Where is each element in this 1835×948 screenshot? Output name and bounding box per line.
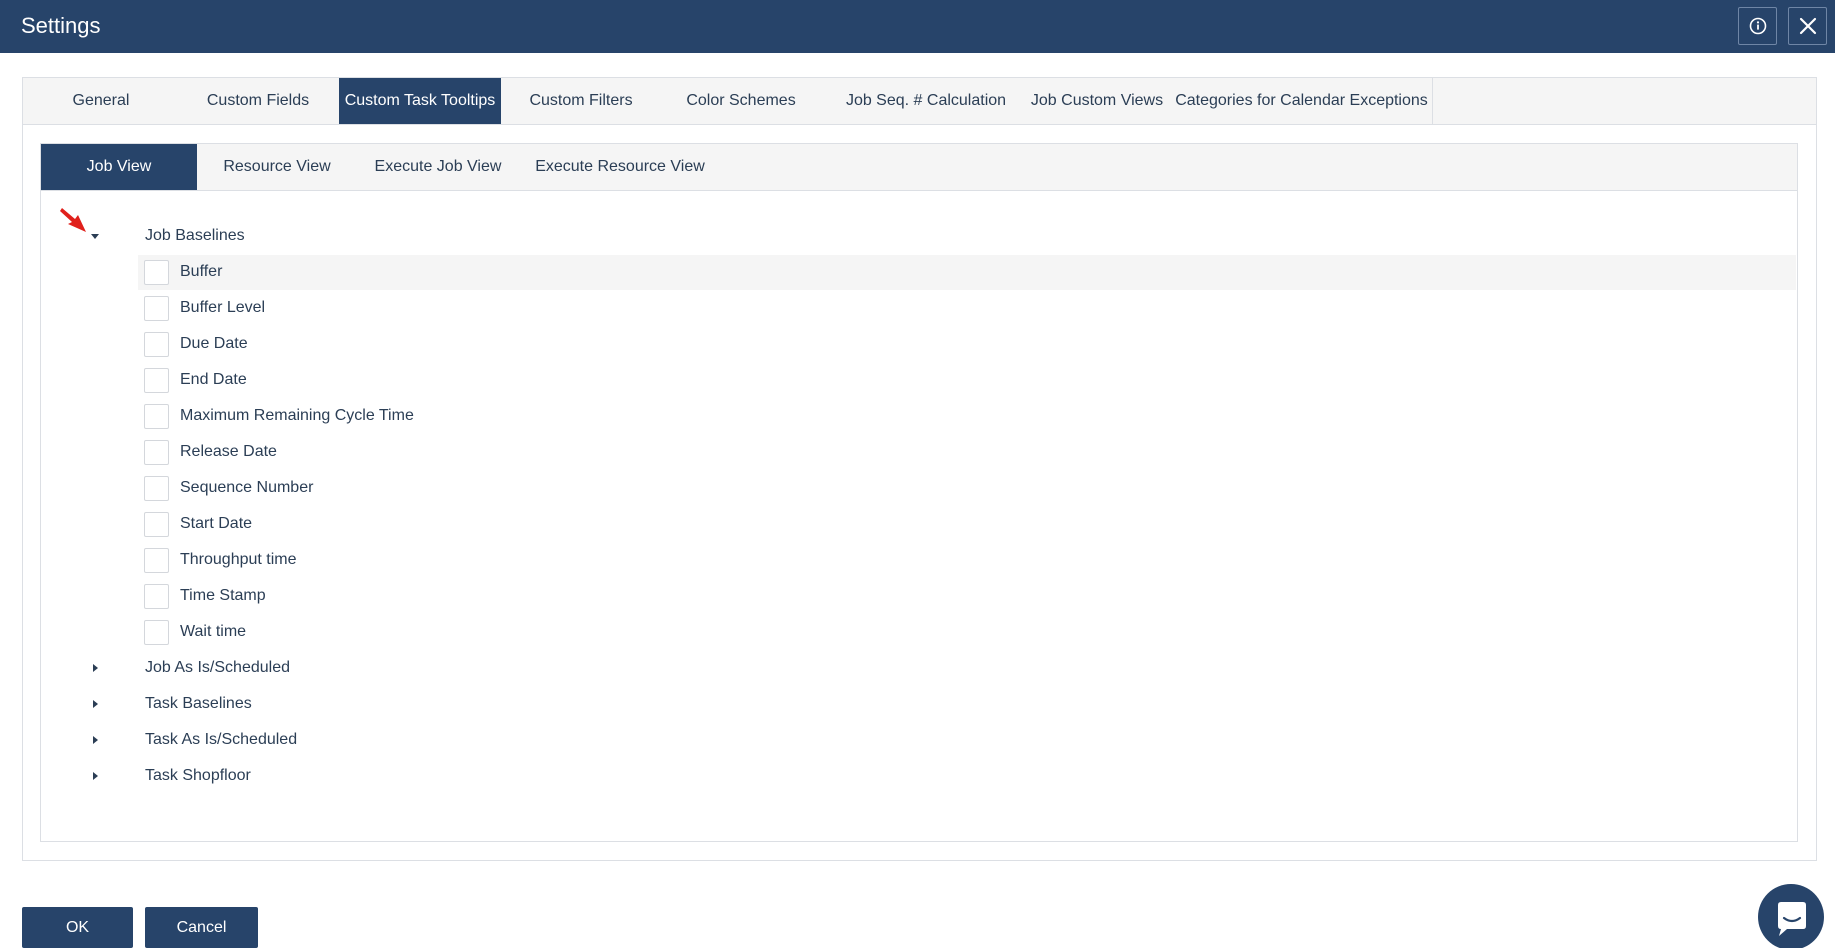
window-title: Settings <box>21 13 101 38</box>
tree-group-task-baselines[interactable]: Task Baselines <box>145 695 252 713</box>
cancel-button[interactable]: Cancel <box>145 907 258 948</box>
checkbox-maximum-remaining-cycle-time[interactable] <box>144 404 169 429</box>
checkbox-release-date[interactable] <box>144 440 169 465</box>
caret-right-icon[interactable] <box>88 769 102 783</box>
info-button[interactable] <box>1738 7 1777 45</box>
subtab-execute-job-view[interactable]: Execute Job View <box>359 144 517 190</box>
tab-categories-calendar-exceptions[interactable]: Categories for Calendar Exceptions <box>1171 78 1433 124</box>
checkbox-due-date[interactable] <box>144 332 169 357</box>
tree-group-job-as-is-scheduled[interactable]: Job As Is/Scheduled <box>145 659 290 677</box>
tree-item-label: Start Date <box>180 515 253 532</box>
tab-custom-fields[interactable]: Custom Fields <box>179 78 337 124</box>
tab-job-custom-views[interactable]: Job Custom Views <box>1023 78 1171 124</box>
tree-item-label: Maximum Remaining Cycle Time <box>180 407 414 424</box>
subtab-job-view[interactable]: Job View <box>41 144 197 190</box>
checkbox-wait-time[interactable] <box>144 620 169 645</box>
checkbox-buffer-level[interactable] <box>144 296 169 321</box>
subtab-resource-view[interactable]: Resource View <box>197 144 357 190</box>
checkbox-time-stamp[interactable] <box>144 584 169 609</box>
red-pointer-arrow-icon <box>60 208 86 232</box>
tree-item-label: Due Date <box>180 335 248 352</box>
tree-item-label: Release Date <box>180 443 277 460</box>
close-icon <box>1799 17 1817 35</box>
caret-right-icon[interactable] <box>88 661 102 675</box>
tree-item-label: Sequence Number <box>180 479 314 496</box>
tree-group-task-shopfloor[interactable]: Task Shopfloor <box>145 767 251 785</box>
tree-group-job-baselines[interactable]: Job Baselines <box>145 227 245 245</box>
tab-custom-filters[interactable]: Custom Filters <box>501 78 661 124</box>
chat-icon <box>1778 902 1806 936</box>
close-button[interactable] <box>1788 7 1827 45</box>
ok-button[interactable]: OK <box>22 907 133 948</box>
chat-button[interactable] <box>1758 884 1824 948</box>
tree-item-label: Buffer <box>180 263 223 280</box>
caret-right-icon[interactable] <box>88 697 102 711</box>
tree-item-label: Throughput time <box>180 551 297 568</box>
checkbox-throughput-time[interactable] <box>144 548 169 573</box>
window-titlebar: Settings <box>0 0 1835 53</box>
caret-right-icon[interactable] <box>88 733 102 747</box>
tree-group-task-as-is-scheduled[interactable]: Task As Is/Scheduled <box>145 731 297 749</box>
view-tab-bar: Job View Resource View Execute Job View … <box>41 144 1797 191</box>
tab-color-schemes[interactable]: Color Schemes <box>661 78 821 124</box>
highlighted-row <box>138 255 1796 290</box>
checkbox-end-date[interactable] <box>144 368 169 393</box>
subtab-execute-resource-view[interactable]: Execute Resource View <box>517 144 723 190</box>
tree-item-label: End Date <box>180 371 247 388</box>
tab-general[interactable]: General <box>23 78 179 124</box>
tab-custom-task-tooltips[interactable]: Custom Task Tooltips <box>339 78 501 124</box>
tab-job-seq-calculation[interactable]: Job Seq. # Calculation <box>823 78 1029 124</box>
tree-item-label: Buffer Level <box>180 299 266 316</box>
tree-item-label: Time Stamp <box>180 587 266 604</box>
checkbox-buffer[interactable] <box>144 260 169 285</box>
checkbox-sequence-number[interactable] <box>144 476 169 501</box>
tree-item-label: Wait time <box>180 623 247 640</box>
checkbox-start-date[interactable] <box>144 512 169 537</box>
info-icon <box>1749 17 1767 35</box>
main-tab-bar: General Custom Fields Custom Task Toolti… <box>23 78 1816 125</box>
